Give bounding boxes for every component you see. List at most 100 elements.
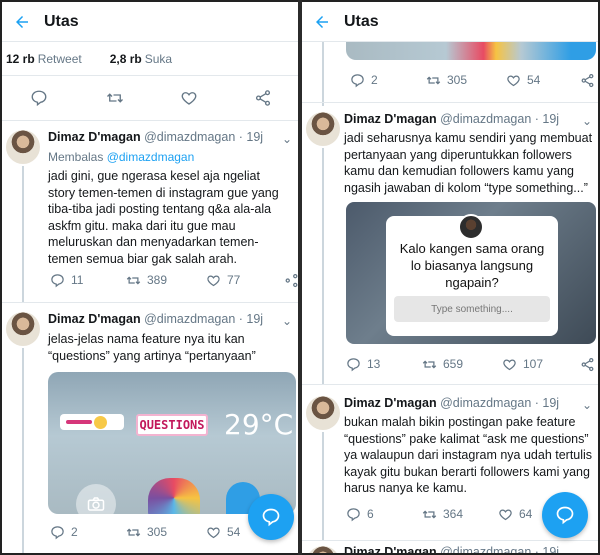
tweet-image[interactable]: QUESTIONS 29°C <box>48 372 296 514</box>
answer-input: Type something.... <box>394 296 550 322</box>
like-button[interactable] <box>180 89 198 107</box>
reply-icon <box>347 507 360 521</box>
avatar <box>458 214 484 240</box>
tweet-header: Dimaz D'magan @dimazdmagan · 19j <box>48 130 263 144</box>
reply-button[interactable]: 6 <box>346 507 374 522</box>
heart-icon <box>181 92 197 105</box>
reply-count: 13 <box>367 357 381 371</box>
author-name[interactable]: Dimaz D'magan <box>344 545 437 553</box>
retweet-button[interactable]: 305 <box>126 525 167 540</box>
reply-button[interactable] <box>30 89 48 107</box>
chevron-down-icon[interactable]: ⌄ <box>282 314 292 328</box>
retweet-icon <box>126 527 141 537</box>
tweet-reply-5[interactable]: Dimaz D'magan @dimazdmagan · 19j <box>302 540 598 553</box>
retweet-label: Retweet <box>37 51 82 66</box>
like-label: Suka <box>144 51 173 66</box>
share-button[interactable] <box>580 73 595 88</box>
retweet-button[interactable]: 389 <box>126 273 167 288</box>
reply-button[interactable]: 2 <box>50 525 78 540</box>
back-arrow-icon <box>16 15 28 28</box>
retweet-button[interactable] <box>106 89 124 107</box>
avatar[interactable] <box>6 312 40 346</box>
author-handle-time: @dimazdmagan · 19j <box>440 545 560 553</box>
tweet-image[interactable]: Kalo kangen sama orang lo biasanya langs… <box>346 202 596 344</box>
tweet-image-partial[interactable] <box>346 42 596 60</box>
replying-to-handle[interactable]: @dimazdmagan <box>107 150 195 164</box>
tweet-reply-3[interactable]: Dimaz D'magan @dimazdmagan · 19j ⌄ jadi … <box>302 102 598 384</box>
question-text: Kalo kangen sama orang lo biasanya langs… <box>399 241 545 290</box>
emoji-slider-sticker <box>60 414 124 430</box>
tweet-text: jelas-jelas nama feature nya itu kan “qu… <box>48 332 256 363</box>
heart-icon <box>503 358 516 370</box>
reply-icon <box>31 90 47 107</box>
retweet-icon <box>107 93 123 103</box>
back-button[interactable] <box>302 2 342 42</box>
avatar[interactable] <box>306 112 340 146</box>
avatar[interactable] <box>306 546 340 553</box>
retweet-icon <box>426 75 441 85</box>
tweet-actions: 13 659 107 <box>302 344 598 384</box>
retweet-button[interactable]: 364 <box>422 507 463 522</box>
like-button[interactable]: 54 <box>206 525 240 540</box>
share-button[interactable] <box>284 273 298 288</box>
back-arrow-icon <box>316 15 328 28</box>
like-button[interactable]: 77 <box>206 273 240 288</box>
like-count: 64 <box>519 507 533 521</box>
like-button[interactable]: 54 <box>506 73 540 88</box>
chevron-down-icon[interactable]: ⌄ <box>582 398 592 412</box>
heart-icon <box>499 508 512 520</box>
share-icon <box>581 73 594 87</box>
reply-icon <box>51 525 64 539</box>
retweet-count: 364 <box>443 507 464 521</box>
retweet-count: 659 <box>443 357 464 371</box>
questions-sticker: QUESTIONS <box>136 414 208 436</box>
author-name[interactable]: Dimaz D'magan <box>48 130 141 144</box>
tweet-text: jadi seharusnya kamu sendiri yang membua… <box>344 131 593 195</box>
right-screen: Utas 2 305 54 Dimaz D'magan @dimazdmagan… <box>302 2 598 553</box>
compose-reply-button[interactable] <box>542 492 588 538</box>
heart-icon <box>207 526 220 538</box>
like-button[interactable]: 64 <box>498 507 532 522</box>
tweet-reply-1[interactable]: Dimaz D'magan @dimazdmagan · 19j ⌄ Memba… <box>2 120 298 302</box>
reply-button[interactable]: 13 <box>346 357 380 372</box>
back-button[interactable] <box>2 2 42 42</box>
author-handle-time: @dimazdmagan · 19j <box>144 312 264 326</box>
like-stat[interactable]: 2,8 rb Suka <box>110 52 172 66</box>
top-bar: Utas <box>302 2 598 42</box>
main-tweet-actions <box>2 78 298 118</box>
retweet-button[interactable]: 305 <box>426 73 467 88</box>
retweet-icon <box>422 509 437 519</box>
reply-count: 2 <box>71 525 78 539</box>
author-name[interactable]: Dimaz D'magan <box>48 312 141 326</box>
heart-icon <box>207 274 220 286</box>
reply-bubble-icon <box>262 508 280 527</box>
chevron-down-icon[interactable]: ⌄ <box>282 132 292 146</box>
author-handle-time: @dimazdmagan · 19j <box>440 396 560 410</box>
avatar[interactable] <box>306 396 340 430</box>
avatar[interactable] <box>6 130 40 164</box>
compose-reply-button[interactable] <box>248 494 294 540</box>
reply-button[interactable]: 2 <box>350 73 378 88</box>
like-count: 54 <box>227 525 241 539</box>
retweet-button[interactable]: 659 <box>422 357 463 372</box>
heart-icon <box>507 74 520 86</box>
page-title: Utas <box>344 12 379 30</box>
author-name[interactable]: Dimaz D'magan <box>344 112 437 126</box>
like-count: 2,8 rb <box>109 51 142 66</box>
reply-button[interactable]: 11 <box>50 273 83 288</box>
tweet-header: Dimaz D'magan @dimazdmagan · 19j <box>344 396 559 410</box>
tweet-actions: 11 389 77 <box>2 260 298 300</box>
author-name[interactable]: Dimaz D'magan <box>344 396 437 410</box>
share-button[interactable] <box>580 357 595 372</box>
like-count: 107 <box>523 357 544 371</box>
reply-count: 2 <box>371 73 378 87</box>
like-button[interactable]: 107 <box>502 357 543 372</box>
author-handle-time: @dimazdmagan · 19j <box>144 130 264 144</box>
share-button[interactable] <box>254 89 272 107</box>
share-icon <box>285 273 298 287</box>
like-count: 77 <box>227 273 241 287</box>
retweet-stat[interactable]: 12 rb Retweet <box>6 52 82 66</box>
reply-count: 6 <box>367 507 374 521</box>
chevron-down-icon[interactable]: ⌄ <box>582 114 592 128</box>
heart-eyes-emoji-icon <box>94 416 107 429</box>
